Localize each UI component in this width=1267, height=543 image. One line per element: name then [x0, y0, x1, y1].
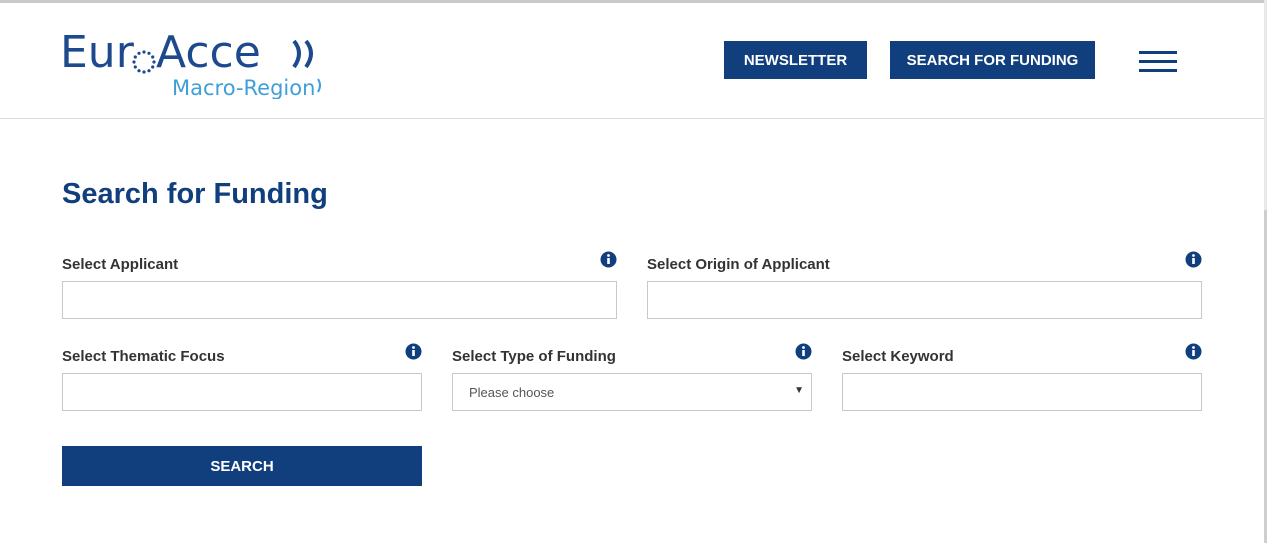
type-label: Select Type of Funding — [452, 348, 616, 365]
keyword-input[interactable] — [842, 373, 1202, 411]
eu-stars-ring — [132, 50, 156, 74]
logo-macro-regions-text: Macro-Region — [172, 76, 315, 99]
origin-input[interactable] — [647, 281, 1202, 319]
applicant-label: Select Applicant — [62, 256, 179, 273]
select-value: Please choose — [469, 384, 555, 400]
page-title: Search for Funding — [62, 178, 328, 210]
hamburger-icon[interactable] — [1139, 51, 1177, 73]
logo-small-s-mark — [317, 78, 321, 93]
applicant-input[interactable] — [62, 281, 617, 319]
info-icon[interactable] — [600, 251, 617, 268]
info-icon[interactable] — [1185, 343, 1202, 360]
info-icon[interactable] — [1185, 251, 1202, 268]
hamburger-line — [1139, 60, 1177, 63]
logo-euro-text: Eur — [60, 27, 135, 78]
type-of-funding-select[interactable]: Please choose ▼ — [452, 373, 812, 411]
newsletter-button[interactable]: NEWSLETTER — [724, 41, 867, 79]
info-icon[interactable] — [405, 343, 422, 360]
hamburger-line — [1139, 51, 1177, 54]
site-header: Eur Acce Macro-Region NEWSLETTER SEARCH — [0, 3, 1267, 119]
thematic-input[interactable] — [62, 373, 422, 411]
logo-double-s-mark — [292, 39, 313, 69]
search-for-funding-button[interactable]: SEARCH FOR FUNDING — [890, 41, 1095, 79]
origin-label: Select Origin of Applicant — [647, 256, 830, 273]
dropdown-arrow-icon: ▼ — [794, 385, 804, 396]
info-icon[interactable] — [795, 343, 812, 360]
euroaccess-logo[interactable]: Eur Acce Macro-Region — [60, 25, 340, 99]
keyword-label: Select Keyword — [842, 348, 954, 365]
hamburger-line — [1139, 69, 1177, 72]
thematic-label: Select Thematic Focus — [62, 348, 225, 365]
search-button[interactable]: SEARCH — [62, 446, 422, 486]
logo-graphic: Eur Acce Macro-Region — [60, 27, 321, 99]
logo-access-text: Acce — [156, 27, 261, 78]
